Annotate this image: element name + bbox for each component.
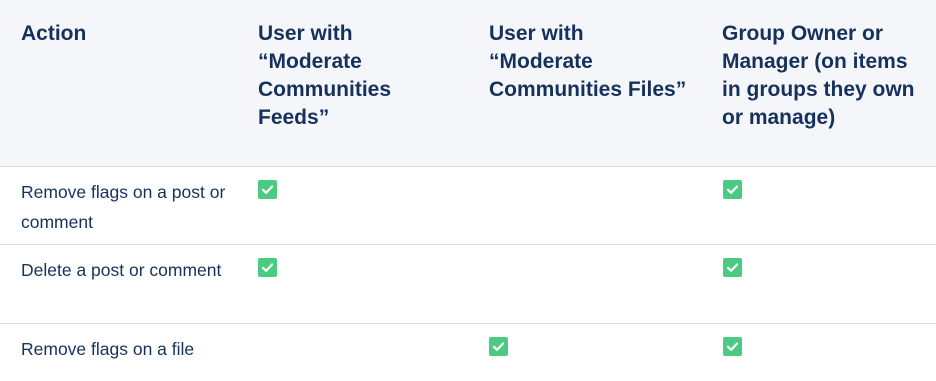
header-group-owner-manager: Group Owner or Manager (on items in grou… [722, 22, 915, 129]
check-icon [258, 180, 277, 199]
action-cell: Remove flags on a post or comment [21, 182, 226, 232]
check-icon [723, 258, 742, 277]
permissions-table: Action User with “Moderate Communities F… [0, 0, 936, 381]
check-icon [489, 337, 508, 356]
check-icon [723, 337, 742, 356]
header-action: Action [21, 22, 87, 45]
table-row: Delete a post or comment [0, 245, 936, 324]
action-cell: Delete a post or comment [21, 260, 222, 280]
header-moderate-files: User with “Moderate Communities Files” [489, 22, 687, 101]
check-icon [258, 258, 277, 277]
action-cell: Remove flags on a file [21, 339, 195, 359]
table-row: Remove flags on a post or comment [0, 167, 936, 245]
table-header-row: Action User with “Moderate Communities F… [0, 0, 936, 167]
header-moderate-feeds: User with “Moderate Communities Feeds” [258, 22, 392, 129]
table-row: Remove flags on a file [0, 324, 936, 381]
check-icon [723, 180, 742, 199]
